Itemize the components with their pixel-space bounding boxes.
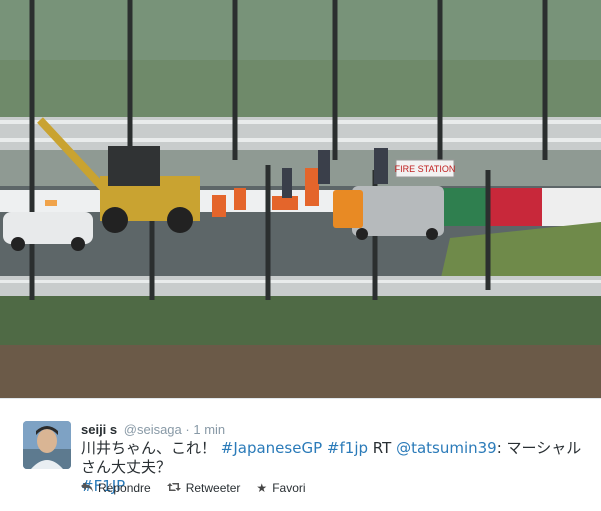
star-icon: ★ [256, 481, 268, 495]
tweet-actions: Répondre Retweeter ★ Favori [81, 481, 306, 495]
retweet-icon [166, 481, 181, 495]
retweet-label: Retweeter [185, 481, 241, 495]
hashtag-f1jp[interactable]: #f1jp [327, 439, 368, 457]
hashtag-japanesegp[interactable]: #JapaneseGP [221, 439, 322, 457]
author-name[interactable]: seiji s [81, 422, 117, 437]
reply-label: Répondre [98, 481, 151, 495]
retweet-prefix: RT [372, 439, 392, 457]
reply-icon [81, 481, 93, 495]
avatar[interactable] [23, 421, 71, 469]
tweet-header: seiji s @seisaga · 1 min [81, 422, 225, 437]
tweet-text-part-1: 川井ちゃん、これ！ [81, 439, 221, 457]
favorite-button[interactable]: ★ Favori [256, 481, 305, 495]
crash-scene-image: FIRE STATION [0, 0, 601, 398]
header-separator: · [185, 422, 190, 437]
reply-button[interactable]: Répondre [81, 481, 151, 495]
tweet-photo[interactable]: FIRE STATION [0, 0, 601, 398]
tweet-card: seiji s @seisaga · 1 min 川井ちゃん、これ！ #Japa… [0, 398, 601, 511]
fire-station-sign: FIRE STATION [395, 164, 456, 174]
mention-tatsumin39[interactable]: @tatsumin39 [396, 439, 497, 457]
author-handle[interactable]: @seisaga [124, 422, 182, 437]
favorite-label: Favori [272, 481, 306, 495]
tweet-time[interactable]: 1 min [193, 422, 225, 437]
retweet-button[interactable]: Retweeter [166, 481, 241, 495]
